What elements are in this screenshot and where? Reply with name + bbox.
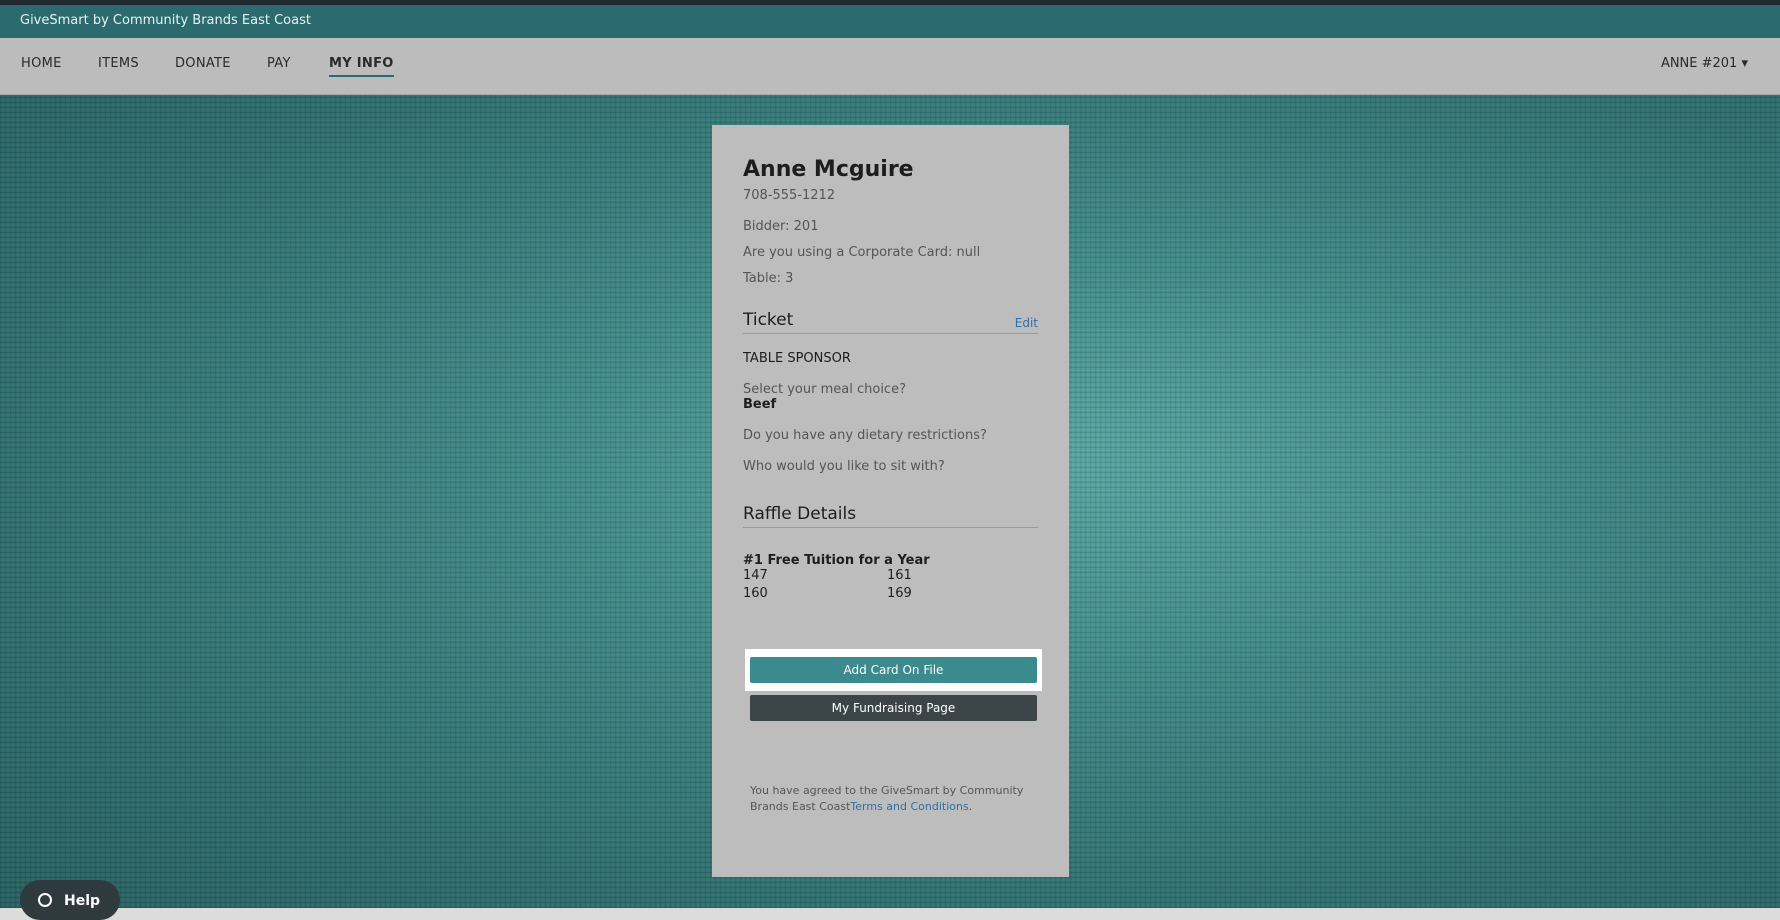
- nav-pay[interactable]: PAY: [267, 56, 291, 75]
- raffle-ticket-numbers: 147 161 160 169: [743, 568, 1038, 604]
- raffle-number: 160: [743, 586, 768, 601]
- user-name: Anne Mcguire: [743, 157, 914, 182]
- raffle-section-heading: Raffle Details: [743, 504, 1038, 528]
- raffle-item-title: #1 Free Tuition for a Year: [743, 553, 930, 568]
- help-circle-icon: [38, 893, 52, 907]
- help-label: Help: [64, 893, 101, 909]
- raffle-number: 161: [887, 568, 912, 583]
- nav-items[interactable]: ITEMS: [98, 56, 139, 75]
- dietary-question: Do you have any dietary restrictions?: [743, 428, 987, 443]
- raffle-heading: Raffle Details: [743, 504, 857, 524]
- top-banner: GiveSmart by Community Brands East Coast: [0, 0, 1780, 38]
- edit-ticket-link[interactable]: Edit: [1015, 316, 1038, 330]
- corporate-card-answer: Are you using a Corporate Card: null: [743, 245, 981, 260]
- my-info-card: Anne Mcguire 708-555-1212 Bidder: 201 Ar…: [712, 125, 1069, 877]
- meal-answer: Beef: [743, 397, 777, 412]
- main-nav: HOME ITEMS DONATE PAY MY INFO ANNE #201 …: [0, 38, 1780, 95]
- raffle-number: 147: [743, 568, 768, 583]
- table-number: Table: 3: [743, 271, 794, 286]
- terms-period: .: [968, 800, 973, 813]
- help-button[interactable]: Help: [20, 880, 120, 920]
- org-name: GiveSmart by Community Brands East Coast: [20, 13, 311, 28]
- raffle-number: 169: [887, 586, 912, 601]
- nav-home[interactable]: HOME: [21, 56, 62, 75]
- nav-my-info[interactable]: MY INFO: [329, 56, 394, 77]
- user-menu-dropdown[interactable]: ANNE #201 ▾: [1661, 56, 1748, 71]
- user-phone: 708-555-1212: [743, 188, 836, 203]
- seating-question: Who would you like to sit with?: [743, 459, 945, 474]
- terms-note: You have agreed to the GiveSmart by Comm…: [750, 783, 1040, 815]
- add-card-highlight: Add Card On File: [745, 649, 1042, 691]
- terms-link[interactable]: Terms and Conditions: [850, 800, 968, 813]
- my-fundraising-page-button[interactable]: My Fundraising Page: [750, 695, 1037, 721]
- fundraising-wrap: My Fundraising Page: [750, 695, 1037, 721]
- add-card-on-file-button[interactable]: Add Card On File: [750, 657, 1037, 683]
- meal-question: Select your meal choice?: [743, 382, 906, 397]
- ticket-section-heading: Ticket Edit: [743, 310, 1038, 334]
- bidder-number: Bidder: 201: [743, 219, 819, 234]
- ticket-type: TABLE SPONSOR: [743, 351, 851, 366]
- nav-donate[interactable]: DONATE: [175, 56, 231, 75]
- ticket-heading: Ticket: [743, 310, 794, 330]
